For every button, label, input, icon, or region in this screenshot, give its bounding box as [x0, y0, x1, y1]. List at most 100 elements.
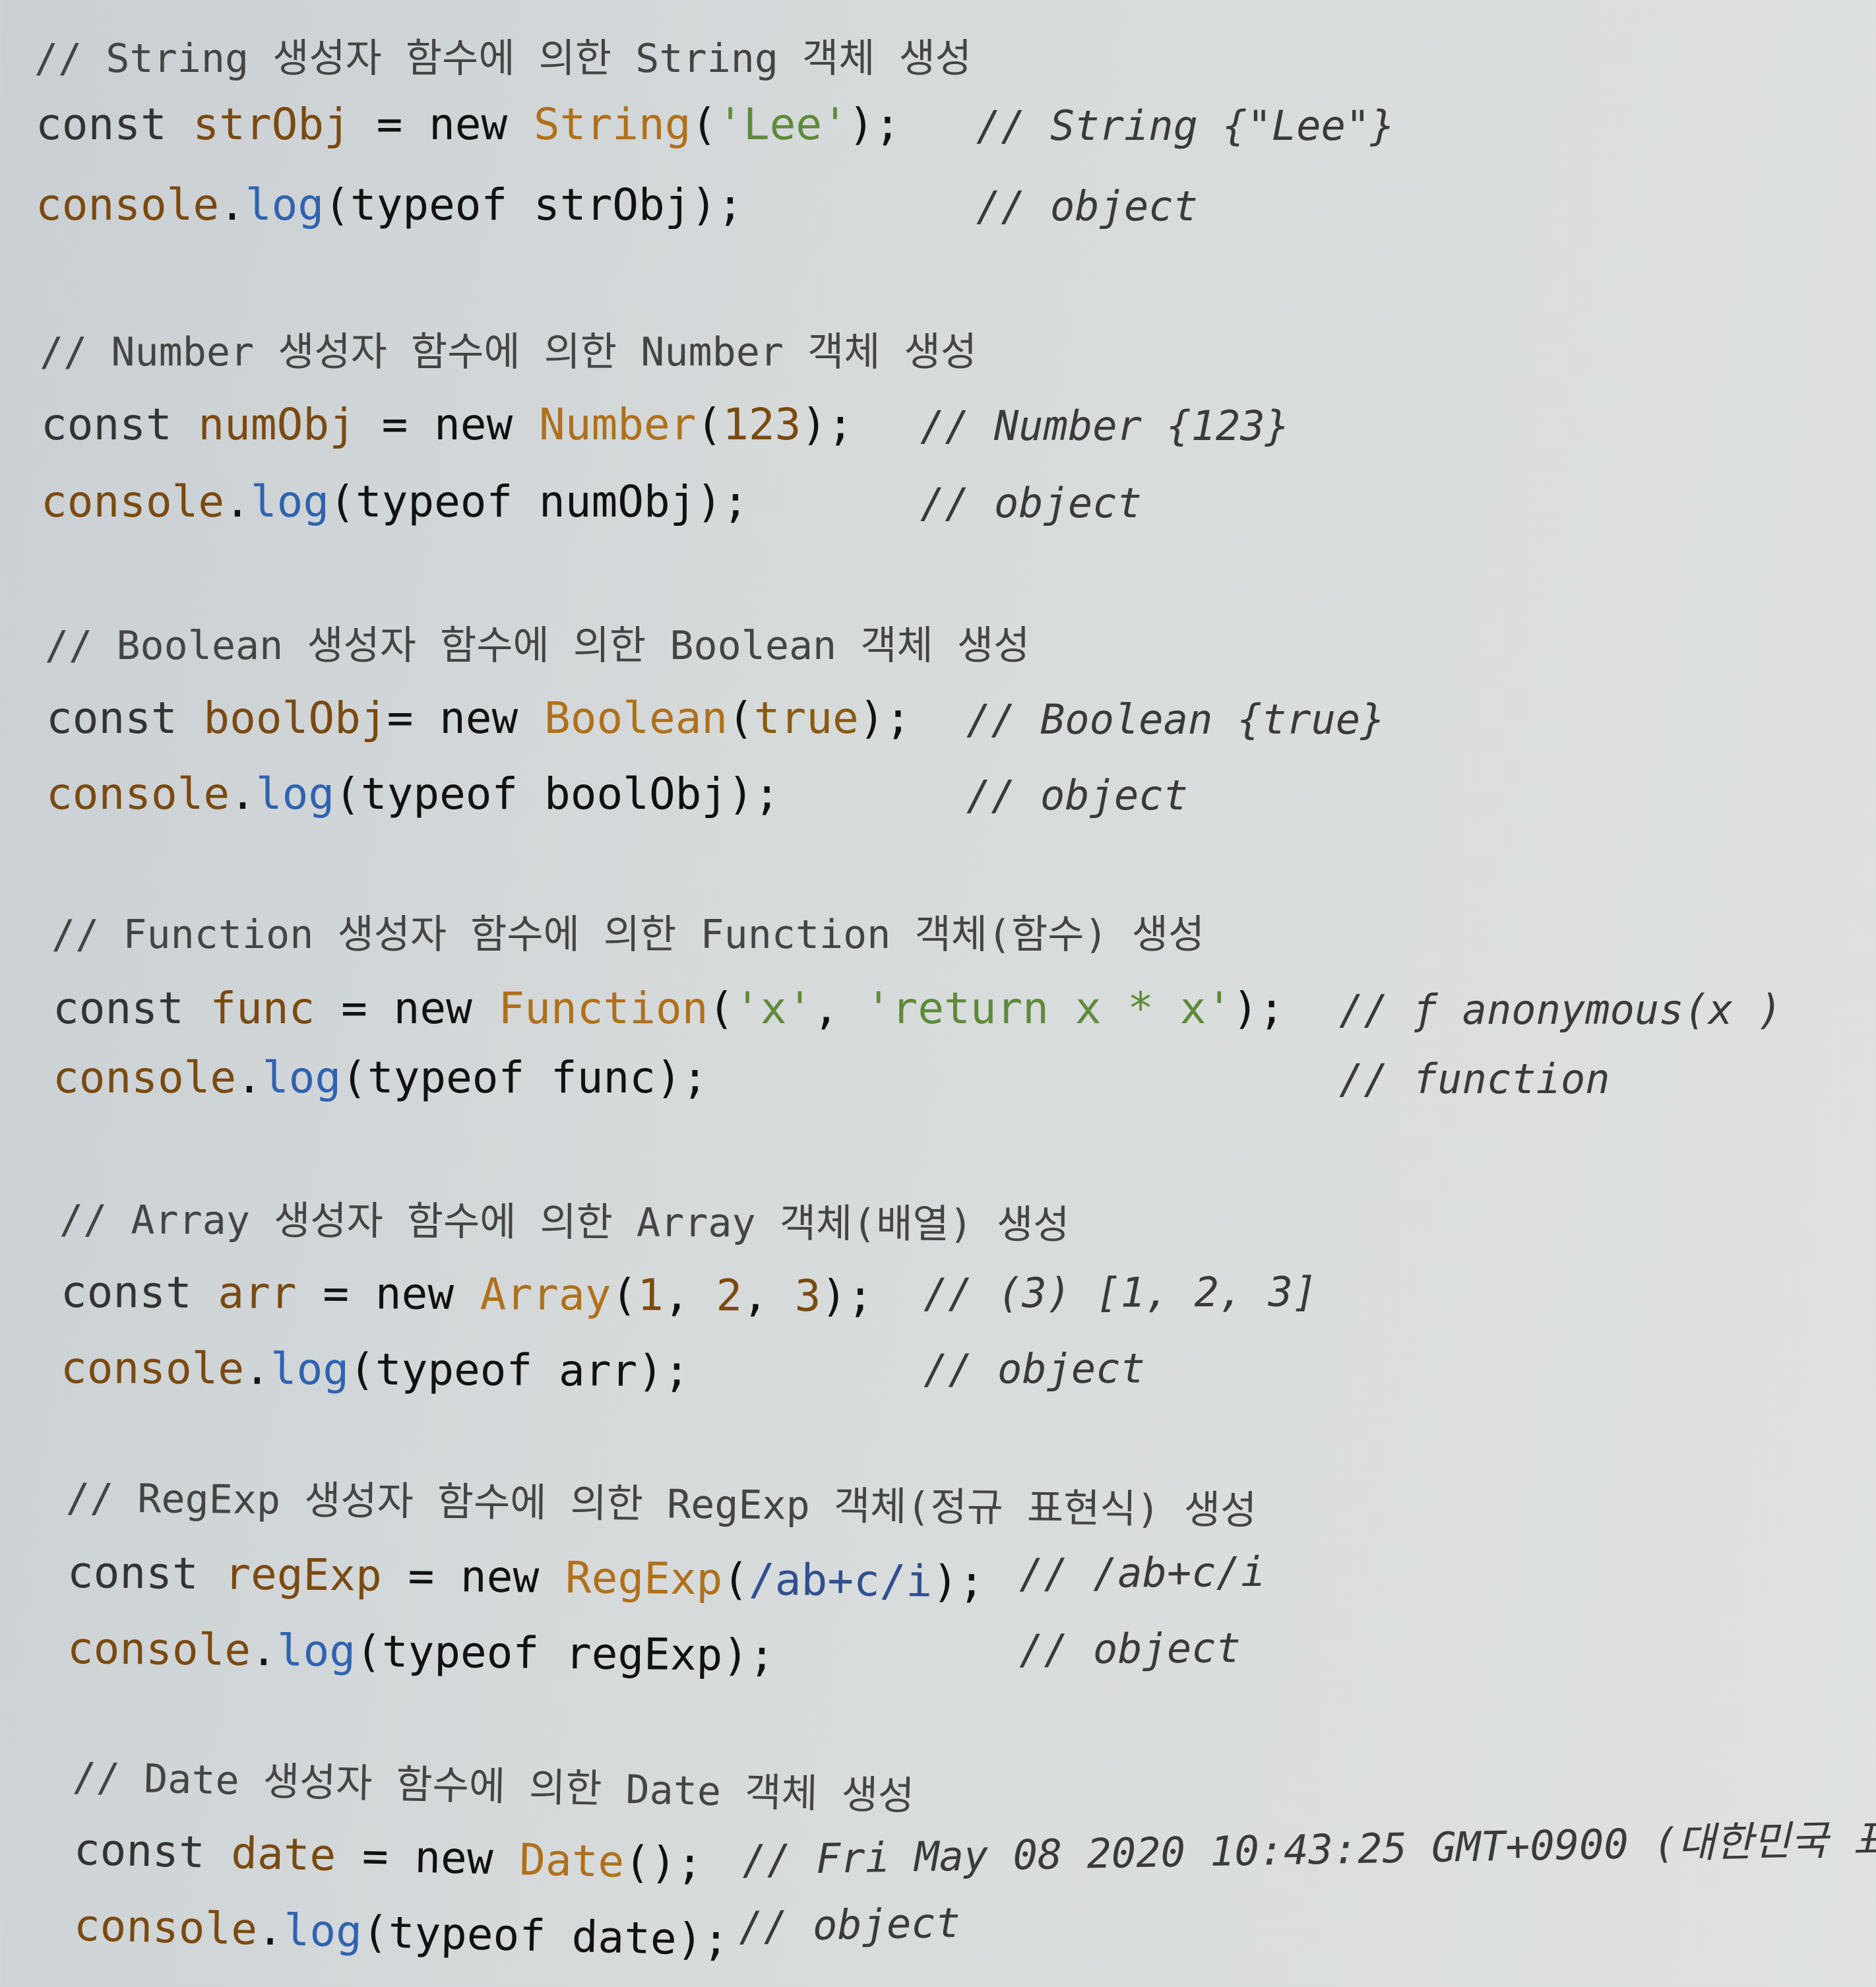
- code-comment: // Function 생성자 함수에 의한 Function 객체(함수) 생…: [51, 912, 1205, 958]
- code-token-new: new: [429, 99, 534, 150]
- code-token-new: new: [460, 1551, 566, 1603]
- output-comment: // object: [923, 1344, 1146, 1393]
- code-line: console.log(typeof numObj);: [41, 476, 749, 527]
- code-token-punc: (: [722, 1554, 749, 1605]
- code-token-num: 1: [637, 1269, 664, 1321]
- code-token-method: log: [282, 1905, 363, 1957]
- output-comment: // Boolean {true}: [966, 695, 1385, 743]
- code-token-var: boolObj: [203, 693, 387, 743]
- code-token-ctor: RegExp: [565, 1552, 723, 1605]
- code-token-op: =: [355, 399, 435, 450]
- code-comment: // RegExp 생성자 함수에 의한 RegExp 객체(정규 표현식) 생…: [65, 1475, 1257, 1534]
- code-line: console.log(typeof regExp);: [67, 1623, 776, 1681]
- code-token-punc: );: [1232, 983, 1285, 1034]
- code-token-kw: const: [36, 99, 193, 150]
- code-comment: // String 생성자 함수에 의한 String 객체 생성: [34, 36, 972, 82]
- code-token-method: log: [270, 1343, 350, 1395]
- code-token-obj: console: [60, 1342, 245, 1395]
- code-token-kw: const: [53, 983, 210, 1034]
- code-token-kw: const: [46, 693, 204, 743]
- code-token-var: numObj: [198, 399, 356, 450]
- code-token-punc: );: [801, 399, 854, 450]
- code-token-punc: (: [691, 99, 718, 150]
- code-token-kw: const: [41, 399, 199, 450]
- code-token-kw: const: [60, 1267, 218, 1319]
- code-token-var: strObj: [193, 99, 350, 150]
- code-token-str: 'Lee': [717, 99, 848, 150]
- code-token-var: date: [230, 1827, 337, 1881]
- output-comment: // object: [920, 479, 1142, 527]
- code-token-num: 3: [794, 1270, 821, 1322]
- code-token-ctor: Boolean: [544, 693, 728, 743]
- code-token-punc: (: [728, 693, 754, 743]
- code-token-op: =: [335, 1830, 416, 1883]
- code-token-obj: console: [46, 769, 230, 819]
- code-line: console.log(typeof func);: [53, 1052, 708, 1103]
- code-token-bool: true: [753, 693, 859, 743]
- code-line: const strObj = new String('Lee');: [36, 99, 900, 150]
- code-comment: // Number 생성자 함수에 의한 Number 객체 생성: [40, 329, 977, 375]
- code-token-ctor: Function: [498, 983, 708, 1034]
- code-token-method: log: [250, 476, 330, 527]
- code-token-re: /ab+c/i: [748, 1554, 933, 1607]
- code-token-punc: ();: [623, 1836, 704, 1889]
- code-token-plain: (typeof func);: [341, 1052, 708, 1103]
- code-token-obj: console: [53, 1052, 237, 1103]
- code-line: const boolObj= new Boolean(true);: [46, 693, 911, 743]
- code-token-punc: );: [931, 1556, 985, 1608]
- code-token-obj: console: [73, 1900, 258, 1955]
- code-line: console.log(typeof date);: [73, 1900, 730, 1966]
- code-token-var: func: [210, 983, 315, 1034]
- code-token-punc: (: [708, 983, 735, 1034]
- code-token-method: log: [276, 1625, 356, 1677]
- code-token-method: log: [255, 769, 335, 819]
- code-comment: // Array 생성자 함수에 의한 Array 객체(배열) 생성: [59, 1197, 1070, 1249]
- code-token-punc: .: [236, 1052, 263, 1103]
- code-line: console.log(typeof strObj);: [36, 179, 743, 230]
- code-token-op: =: [381, 1550, 461, 1602]
- code-line: const numObj = new Number(123);: [41, 399, 854, 450]
- code-token-var: regExp: [224, 1548, 383, 1601]
- output-comment: // (3) [1, 2, 3]: [923, 1267, 1318, 1317]
- output-comment: // Number {123}: [920, 402, 1290, 450]
- code-token-plain: (typeof numObj);: [329, 476, 749, 527]
- code-token-str: 'return x * x': [865, 983, 1233, 1034]
- code-token-kw: const: [73, 1824, 232, 1879]
- code-token-punc: .: [230, 769, 256, 819]
- code-line: const regExp = new RegExp(/ab+c/i);: [67, 1547, 985, 1608]
- code-token-op: =: [296, 1267, 376, 1319]
- output-comment: // function: [1339, 1055, 1610, 1103]
- code-token-plain: (typeof boolObj);: [334, 769, 780, 819]
- code-token-plain: (typeof arr);: [348, 1344, 690, 1397]
- code-line: console.log(typeof arr);: [61, 1342, 690, 1397]
- code-token-new: new: [393, 983, 499, 1034]
- output-comment: // object: [966, 771, 1188, 819]
- code-comment: // Date 생성자 함수에 의한 Date 객체 생성: [72, 1754, 915, 1819]
- code-token-punc: (: [696, 399, 723, 450]
- code-token-plain: (typeof date);: [361, 1906, 730, 1966]
- code-token-punc: );: [821, 1271, 874, 1322]
- code-token-punc: (: [611, 1269, 638, 1321]
- code-token-punc: .: [257, 1904, 284, 1956]
- code-token-num: 2: [716, 1270, 743, 1321]
- output-comment: // String {"Lee"}: [976, 102, 1395, 150]
- output-comment: // object: [976, 182, 1198, 230]
- code-token-obj: console: [67, 1623, 251, 1676]
- code-token-plain: (typeof regExp);: [355, 1625, 776, 1682]
- code-token-punc: .: [243, 1343, 271, 1395]
- code-token-op: =: [387, 693, 440, 743]
- code-token-num: 123: [722, 399, 801, 450]
- code-listing: // String 생성자 함수에 의한 String 객체 생성 const s…: [0, 0, 1876, 1987]
- code-token-kw: const: [67, 1547, 225, 1600]
- code-token-punc: );: [858, 693, 912, 743]
- code-comment: // Boolean 생성자 함수에 의한 Boolean 객체 생성: [45, 623, 1030, 669]
- code-token-punc: .: [250, 1624, 278, 1676]
- code-token-punc: );: [848, 99, 901, 150]
- code-line: const date = new Date();: [73, 1824, 703, 1889]
- code-token-new: new: [439, 693, 545, 743]
- code-token-obj: console: [41, 476, 225, 527]
- code-token-ctor: String: [534, 99, 691, 150]
- code-token-punc: .: [219, 179, 245, 230]
- code-token-ctor: Date: [518, 1834, 625, 1887]
- code-token-obj: console: [36, 179, 220, 230]
